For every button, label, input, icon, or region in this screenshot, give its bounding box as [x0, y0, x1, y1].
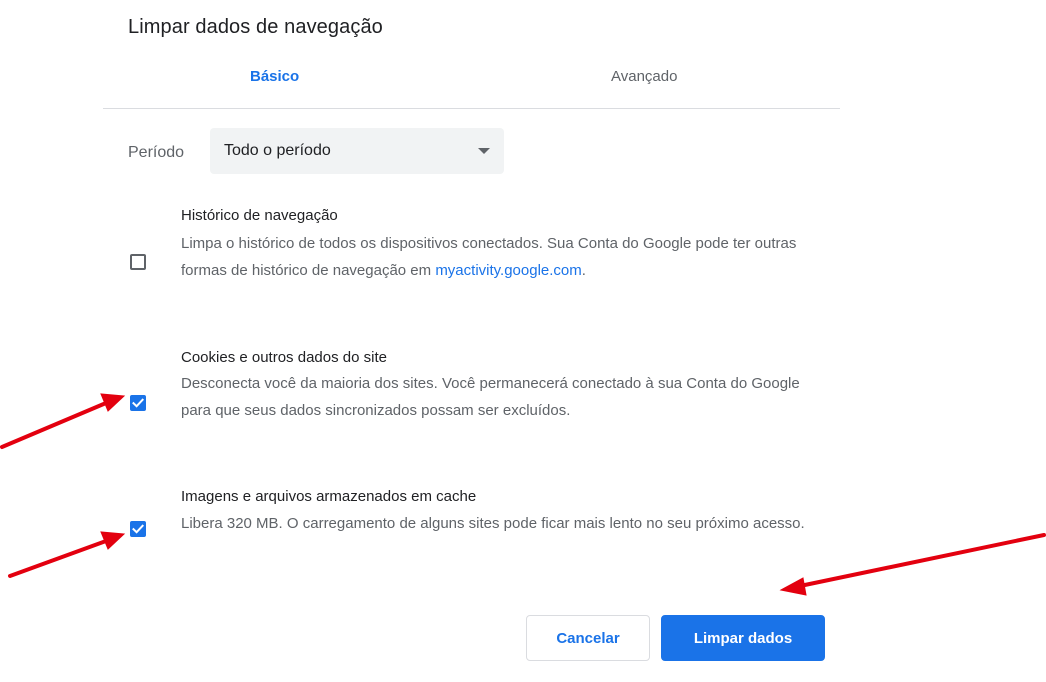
history-option-title: Histórico de navegação	[181, 207, 338, 224]
arrow-to-clear-button-icon	[779, 533, 1046, 596]
history-checkbox[interactable]	[130, 254, 146, 270]
checkmark-icon	[132, 398, 144, 408]
period-dropdown[interactable]: Todo o período	[210, 128, 504, 174]
cancel-button[interactable]: Cancelar	[526, 615, 650, 661]
dialog-title: Limpar dados de navegação	[128, 16, 383, 38]
period-selected-value: Todo o período	[224, 142, 331, 159]
cookies-option-title: Cookies e outros dados do site	[181, 349, 387, 366]
arrow-to-cache-icon	[8, 531, 126, 578]
history-description-period: .	[581, 262, 586, 279]
cookies-checkbox[interactable]	[130, 395, 146, 411]
period-label: Período	[128, 144, 185, 161]
tab-basic[interactable]: Básico	[250, 68, 299, 85]
tab-advanced[interactable]: Avançado	[611, 68, 677, 85]
cache-checkbox[interactable]	[130, 521, 146, 537]
history-option-description: Limpa o histórico de todos os dispositiv…	[181, 230, 831, 284]
cookies-option-description: Desconecta você da maioria dos sites. Vo…	[181, 375, 800, 419]
clear-browsing-data-dialog: Limpar dados de navegação Básico Avançad…	[0, 0, 1046, 682]
clear-data-button[interactable]: Limpar dados	[661, 615, 825, 661]
cache-option-title: Imagens e arquivos armazenados em cache	[181, 488, 477, 505]
dropdown-arrow-icon	[478, 148, 490, 154]
cache-option-description: Libera 320 MB. O carregamento de alguns …	[181, 515, 805, 532]
myactivity-link[interactable]: myactivity.google.com	[435, 262, 581, 279]
checkmark-icon	[132, 524, 144, 534]
tab-bar: Básico Avançado	[103, 60, 840, 109]
arrow-to-cookies-icon	[0, 393, 126, 449]
